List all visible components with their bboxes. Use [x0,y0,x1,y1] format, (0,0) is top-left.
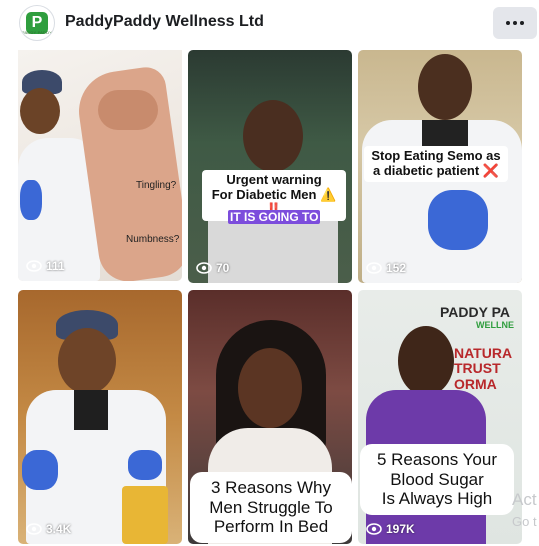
person-head [398,326,454,396]
caption-line: 5 Reasons Your [376,450,498,469]
watermark-text: Go t [512,514,537,529]
page-avatar[interactable]: P PADDY PADDY [19,5,55,41]
person-head [418,54,472,120]
caption-line: Is Always High [381,489,493,509]
numbness-label: Numbness? [126,234,180,245]
watermark-text: Act [512,490,537,509]
view-count-value: 197K [386,522,415,536]
more-dot-icon [506,21,510,25]
view-count: 70 [196,261,229,275]
caption-line: Blood Sugar [390,469,484,489]
person-head [238,348,302,428]
hand-image [98,90,158,130]
reel-tile-4[interactable]: 3.4K [18,290,182,544]
more-dot-icon [513,21,517,25]
view-count-value: 70 [216,261,230,275]
reel-tile-5[interactable]: 3 Reasons Why Men Struggle To Perform In… [188,290,352,544]
view-count-value: 3.4K [46,522,72,536]
reel-tile-2[interactable]: Urgent warning For Diabetic Men ⚠️ ‼️ IT… [188,50,352,283]
eye-icon [196,262,212,274]
brand-logo-subtext: PADDY PADDY [21,30,53,35]
reel-caption: Stop Eating Semo as a diabetic patient ❌ [364,146,508,182]
brand-banner: PADDY PA WELLNE [440,304,522,338]
person-head [58,328,116,394]
more-options-button[interactable] [493,7,537,39]
caption-line: Urgent warning [226,172,322,187]
glove [20,180,42,220]
overlay-text-value: IT IS GOING TO [228,210,321,224]
view-count: 111 [26,259,65,273]
person-head [20,88,60,134]
person-head [243,100,303,172]
caption-line: Stop Eating Semo as [371,148,501,163]
tingling-label: Tingling? [136,180,177,191]
reel-caption: 5 Reasons Your Blood Sugar Is Always Hig… [360,444,514,515]
caption-line: 3 Reasons Why [211,478,331,497]
glove [128,450,162,480]
view-count: 3.4K [26,522,71,536]
view-count: 152 [366,261,406,275]
more-dot-icon [520,21,524,25]
view-count-value: 111 [46,259,65,273]
eye-icon [26,523,42,535]
view-count-value: 152 [386,261,407,275]
brand-text: PADDY PA [440,304,511,320]
reel-caption: 3 Reasons Why Men Struggle To Perform In… [190,472,352,543]
reel-tile-1[interactable]: Tingling? Numbness? 111 [18,50,182,281]
glove [428,190,488,250]
caption-line: Men Struggle To [209,497,333,517]
reel-tile-3[interactable]: Stop Eating Semo as a diabetic patient ❌… [358,50,522,283]
shirt [74,390,108,430]
brand-subtext: WELLNE [476,320,514,330]
glove [22,450,58,490]
eye-icon [366,523,382,535]
product-bag [122,486,168,544]
view-count: 197K [366,522,415,536]
page-name-link[interactable]: PaddyPaddy Wellness Ltd [65,13,264,31]
caption-line: a diabetic patient ❌ [373,162,499,178]
eye-icon [26,260,42,272]
caption-line: Perform In Bed [213,517,329,537]
reel-tile-6[interactable]: PADDY PA WELLNE NATURA TRUST ORMA 5 Reas… [358,290,522,544]
eye-icon [366,262,382,274]
overlay-text: IT IS GOING TO [228,210,321,224]
page-header: P PADDY PADDY PaddyPaddy Wellness Ltd [0,0,539,46]
